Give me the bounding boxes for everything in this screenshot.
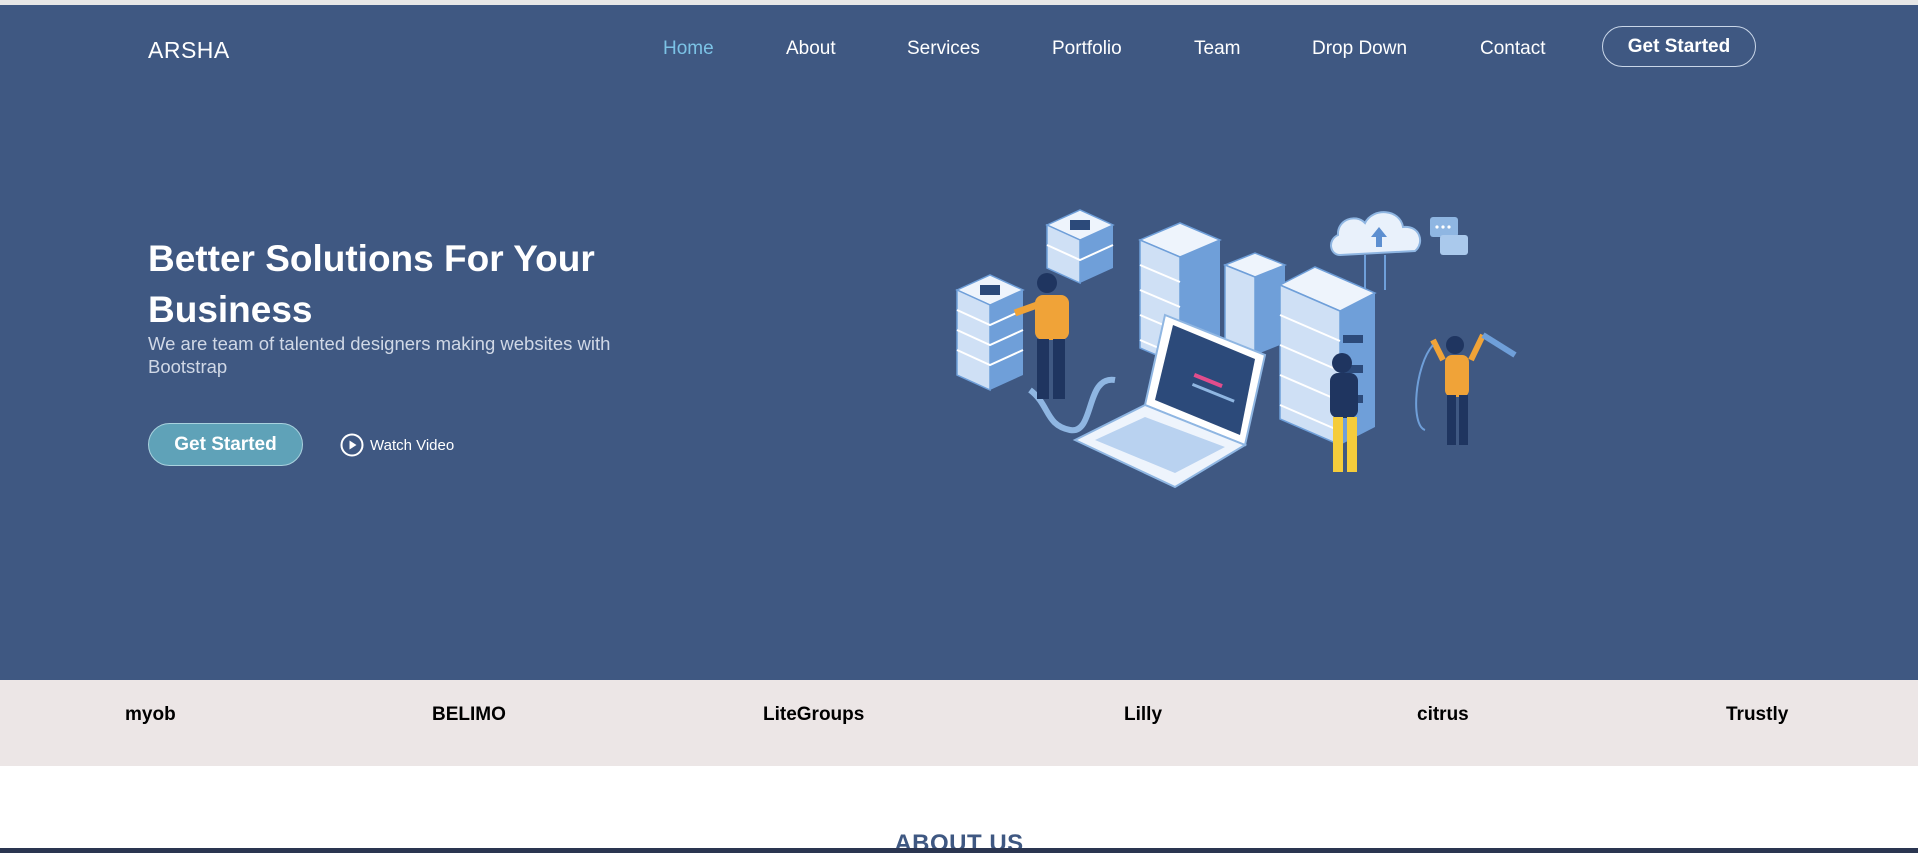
watch-video-label: Watch Video (370, 436, 455, 454)
bottom-border (0, 848, 1918, 853)
server-rack-top (1045, 209, 1115, 285)
hero-get-started-button[interactable]: Get Started (148, 423, 303, 466)
nav-services[interactable]: Services (907, 38, 980, 60)
client-logo-lilly: Lilly (1124, 704, 1163, 725)
hero-title: Better Solutions For Your Business (148, 238, 595, 330)
nav-contact[interactable]: Contact (1480, 38, 1545, 60)
client-logo-myob: myob (125, 704, 176, 725)
hero-subtitle: We are team of talented designers making… (148, 333, 611, 377)
hero-section: ARSHA Home About Services Portfolio Team… (0, 5, 1918, 680)
person-right-icon (1415, 332, 1517, 445)
nav-home[interactable]: Home (663, 38, 714, 60)
nav-about[interactable]: About (786, 38, 836, 60)
cloud-icon (1330, 211, 1468, 290)
client-logo-litegroups: LiteGroups (763, 704, 865, 725)
client-logo-trustly: Trustly (1726, 704, 1789, 725)
client-logo-belimo: BELIMO (432, 704, 506, 725)
nav-portfolio[interactable]: Portfolio (1052, 38, 1122, 60)
nav-team[interactable]: Team (1194, 38, 1240, 60)
nav-drop-down[interactable]: Drop Down (1312, 38, 1407, 60)
nav-get-started-button[interactable]: Get Started (1602, 26, 1756, 67)
site-logo[interactable]: ARSHA (148, 37, 230, 64)
play-circle-icon (340, 433, 364, 457)
server-cloud-illustration (955, 209, 1517, 489)
server-rack-left (955, 274, 1025, 392)
watch-video-link[interactable]: Watch Video (340, 431, 454, 459)
client-logo-citrus: citrus (1417, 704, 1469, 725)
about-heading: ABOUT US (894, 829, 1024, 857)
person-left-icon (1013, 273, 1069, 399)
clients-strip: myob BELIMO LiteGroups Lilly citrus Trus… (0, 680, 1918, 766)
